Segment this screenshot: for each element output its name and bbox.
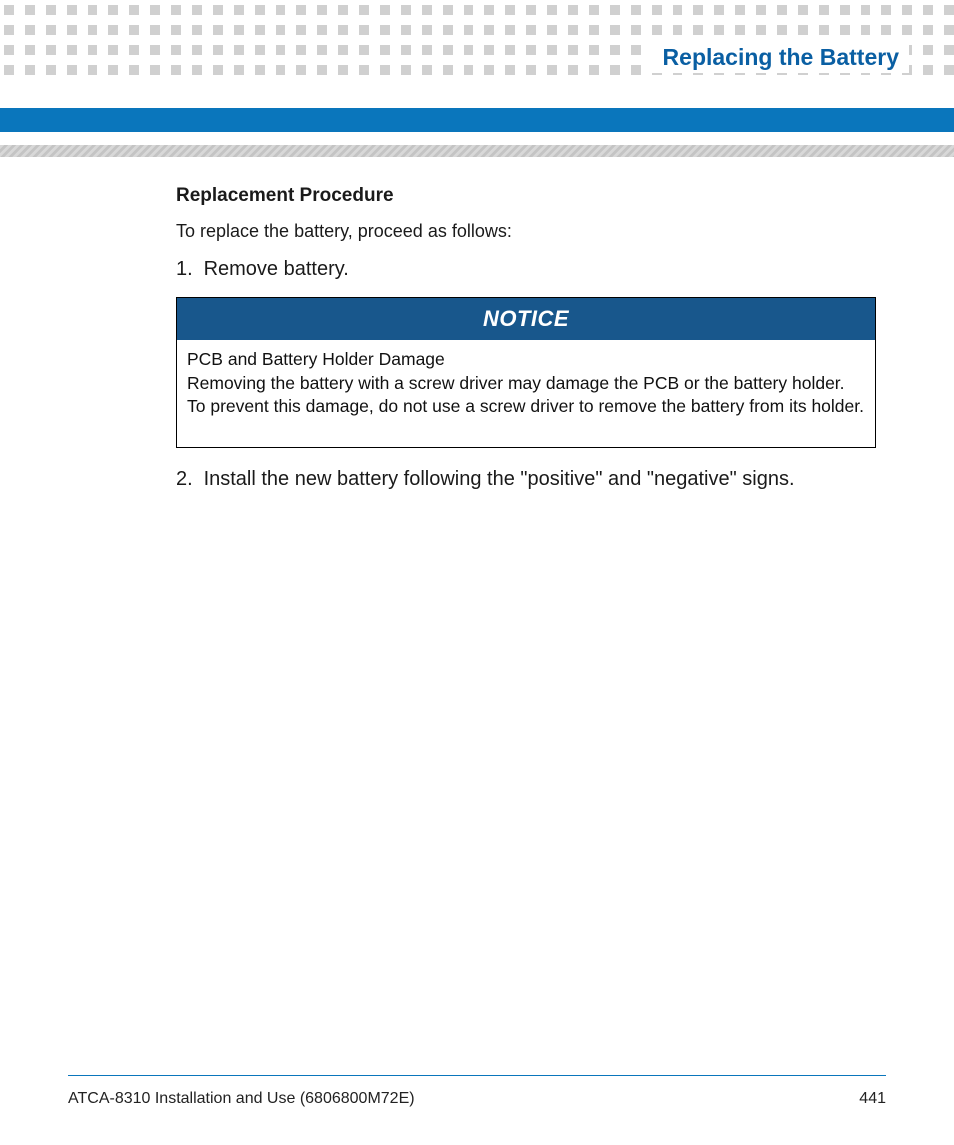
- chapter-title: Replacing the Battery: [645, 42, 909, 73]
- notice-title: PCB and Battery Holder Damage: [187, 348, 865, 372]
- step-number: 2.: [176, 468, 198, 491]
- main-content: Replacement Procedure To replace the bat…: [176, 185, 876, 507]
- header-blue-bar: [0, 108, 954, 132]
- footer-doc-title: ATCA-8310 Installation and Use (6806800M…: [68, 1090, 415, 1108]
- header-gray-bar: [0, 145, 954, 157]
- step-1: 1. Remove battery.: [176, 258, 876, 281]
- notice-header: NOTICE: [177, 298, 875, 340]
- step-text: Install the new battery following the "p…: [204, 468, 795, 490]
- step-2: 2. Install the new battery following the…: [176, 468, 876, 491]
- step-text: Remove battery.: [204, 258, 349, 280]
- footer-page-number: 441: [859, 1090, 886, 1108]
- step-number: 1.: [176, 258, 198, 281]
- intro-text: To replace the battery, proceed as follo…: [176, 221, 876, 242]
- section-heading: Replacement Procedure: [176, 185, 876, 207]
- notice-box: NOTICE PCB and Battery Holder Damage Rem…: [176, 297, 876, 448]
- notice-body: PCB and Battery Holder Damage Removing t…: [177, 340, 875, 447]
- notice-text: Removing the battery with a screw driver…: [187, 372, 865, 419]
- footer-rule: [68, 1075, 886, 1076]
- notice-label: NOTICE: [483, 306, 569, 331]
- footer: ATCA-8310 Installation and Use (6806800M…: [68, 1090, 886, 1108]
